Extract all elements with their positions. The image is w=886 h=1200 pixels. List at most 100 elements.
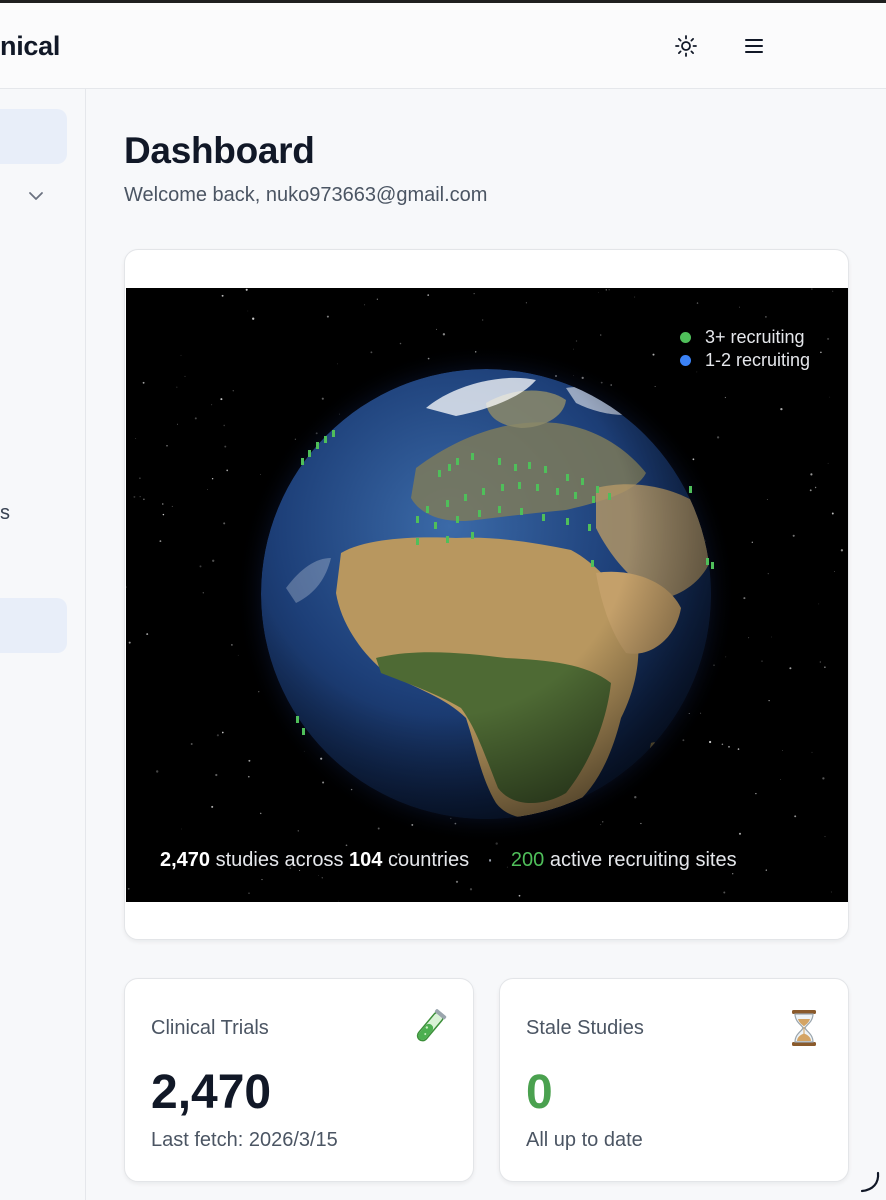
star [399, 342, 402, 345]
star [162, 513, 165, 516]
card-title: Stale Studies [526, 1017, 644, 1039]
star [326, 315, 329, 318]
site-marker [482, 488, 485, 495]
star [176, 386, 178, 388]
site-marker [416, 538, 419, 545]
star [252, 317, 255, 320]
site-marker [566, 518, 569, 525]
card-subtitle: All up to date [526, 1129, 643, 1151]
studies-count: 2,470 [160, 849, 211, 871]
star [297, 830, 300, 832]
star [728, 745, 730, 748]
star [176, 423, 178, 425]
star [184, 375, 186, 377]
studies-text: studies across [215, 849, 344, 871]
star [818, 603, 820, 605]
star [831, 512, 834, 515]
site-marker [536, 484, 539, 491]
site-marker [446, 536, 449, 543]
stats-separator: · [486, 849, 494, 871]
stale-studies-card[interactable]: Stale Studies 0 All up to date [499, 978, 849, 1182]
star [377, 827, 380, 830]
sidebar: s [0, 89, 86, 1200]
site-marker [498, 506, 501, 513]
star [211, 478, 214, 480]
app-brand[interactable]: nical [0, 31, 60, 62]
star [259, 812, 262, 815]
sites-count: 200 [510, 849, 545, 871]
legend-item: 1-2 recruiting [679, 349, 810, 372]
star [442, 333, 446, 336]
site-marker [592, 496, 595, 503]
star [739, 306, 740, 308]
site-marker [464, 494, 467, 501]
site-marker [501, 484, 504, 491]
chevron-down-icon[interactable] [27, 187, 45, 205]
star [473, 293, 475, 295]
star [525, 302, 527, 304]
star [824, 836, 826, 838]
star [345, 844, 348, 847]
star [223, 522, 226, 525]
star [321, 397, 324, 400]
star [139, 496, 141, 498]
star [318, 874, 319, 876]
legend-item: 3+ recruiting [679, 326, 810, 349]
star [133, 495, 136, 498]
site-marker [471, 532, 474, 539]
globe-visualization[interactable]: 3+ recruiting 1-2 recruiting 2,470 studi… [126, 288, 848, 902]
star [634, 296, 636, 298]
sites-text: active recruiting sites [549, 849, 737, 871]
star [732, 873, 734, 875]
menu-button[interactable] [739, 31, 769, 61]
star [166, 444, 168, 447]
star [765, 316, 767, 318]
star [232, 390, 234, 392]
star [127, 887, 130, 890]
star [159, 540, 162, 543]
star [654, 385, 656, 387]
legend-dot-blue [679, 355, 691, 366]
star [840, 549, 844, 552]
globe-canvas [126, 288, 844, 902]
star [767, 572, 769, 575]
star [338, 900, 339, 902]
site-marker [498, 458, 501, 465]
star [139, 477, 141, 480]
card-value: 2,470 [151, 1066, 272, 1119]
site-marker [302, 728, 305, 735]
star [370, 351, 373, 354]
site-marker [514, 464, 517, 471]
star [245, 288, 248, 291]
sidebar-item-highlighted[interactable] [0, 598, 67, 653]
star [827, 337, 830, 340]
star [211, 805, 214, 808]
hamburger-menu-icon [745, 39, 763, 53]
star [237, 654, 239, 656]
sidebar-item-active[interactable] [0, 109, 67, 164]
site-marker [434, 522, 437, 529]
site-marker [446, 500, 449, 507]
site-marker [711, 562, 714, 569]
top-bar: nical [0, 0, 886, 89]
site-marker [308, 450, 311, 457]
star [573, 348, 574, 350]
star [743, 597, 746, 600]
clinical-trials-card[interactable]: Clinical Trials 2,470 Last fetch: 2026/3… [124, 978, 474, 1182]
site-marker [608, 493, 611, 500]
star [427, 294, 430, 296]
site-marker [581, 478, 584, 485]
star [723, 891, 726, 894]
star [321, 877, 323, 879]
theme-toggle-button[interactable] [671, 31, 701, 61]
star [789, 667, 792, 670]
star [220, 398, 223, 401]
sidebar-item-label[interactable]: s [0, 502, 10, 525]
star [822, 777, 825, 780]
star [781, 750, 783, 751]
star [226, 469, 229, 472]
star [766, 498, 768, 501]
sun-icon [675, 35, 697, 57]
star [469, 888, 473, 891]
star [640, 822, 642, 825]
